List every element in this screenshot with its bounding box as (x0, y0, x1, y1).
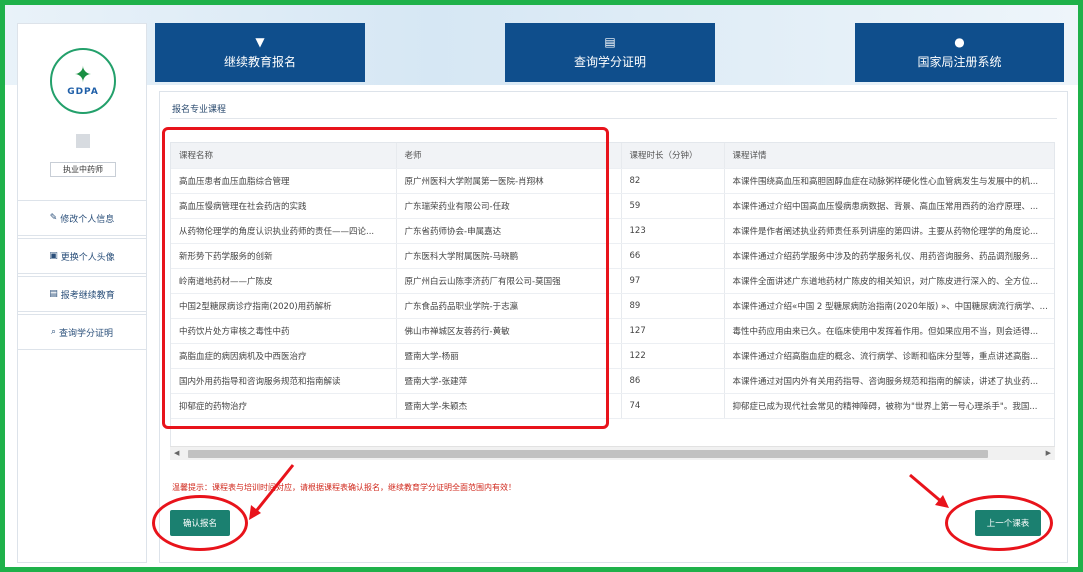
screenshot-frame: ✦ GDPA 执业中药师 ✎ 修改个人信息 ▣ 更换个人头像 ▤ 报考继续教育 … (0, 0, 1083, 572)
arrow-right-line (909, 473, 944, 505)
arrow-left-line (251, 464, 295, 516)
annotation-arrows (249, 464, 949, 520)
